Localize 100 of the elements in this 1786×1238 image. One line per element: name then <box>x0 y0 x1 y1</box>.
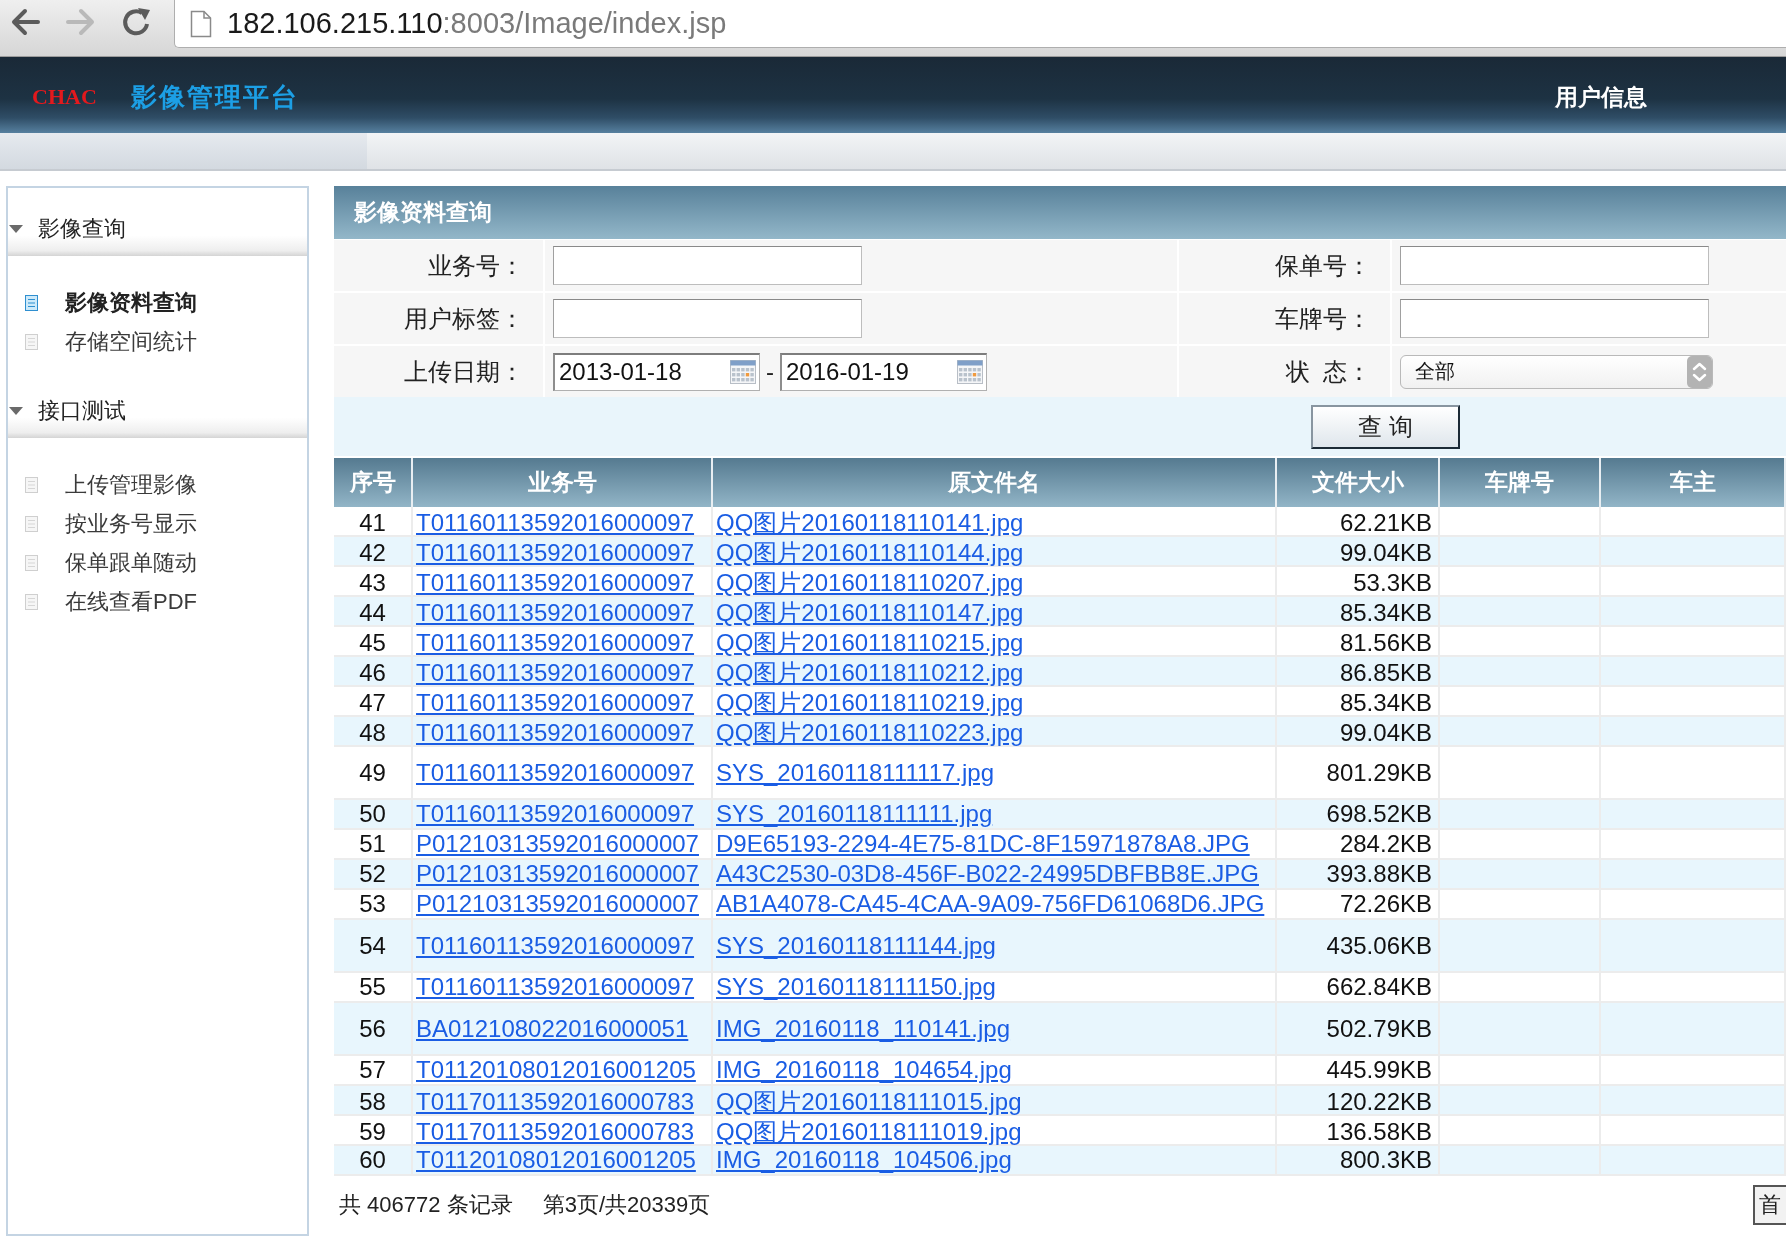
business-number-link[interactable]: T01120108012016001205 <box>416 1146 696 1174</box>
file-name-link[interactable]: QQ图片20160118111015.jpg <box>716 1086 1022 1118</box>
business-number-link[interactable]: BA012108022016000051 <box>416 1014 689 1043</box>
file-name-link[interactable]: QQ图片20160118110141.jpg <box>716 507 1024 539</box>
row-number: 56 <box>359 1014 386 1043</box>
row-number: 57 <box>359 1056 386 1084</box>
text-input[interactable] <box>553 246 862 285</box>
file-name-link[interactable]: IMG_20160118_104506.jpg <box>716 1146 1012 1174</box>
file-size: 502.79KB <box>1326 1014 1432 1043</box>
address-field[interactable]: 182.106.215.110:8003/Image/index.jsp <box>174 0 1786 48</box>
row-number: 60 <box>359 1146 386 1174</box>
chevron-updown-icon <box>1687 355 1712 388</box>
sidebar-item[interactable]: 上传管理影像 <box>8 465 307 504</box>
business-number-link[interactable]: T01160113592016000097 <box>416 509 695 537</box>
business-number-link[interactable]: T01170113592016000783 <box>416 1118 695 1146</box>
file-size: 120.22KB <box>1326 1088 1432 1116</box>
row-number: 48 <box>359 719 386 747</box>
file-size: 72.26KB <box>1339 890 1432 918</box>
document-icon <box>190 9 212 38</box>
document-icon <box>25 554 38 571</box>
business-number-link[interactable]: T01160113592016000097 <box>416 719 695 747</box>
document-icon <box>25 294 38 311</box>
column-header: 序号 <box>334 458 413 507</box>
field-label: 状 态： <box>1285 356 1371 387</box>
row-number: 43 <box>359 569 386 597</box>
row-number: 53 <box>359 890 386 918</box>
page-button[interactable]: 首 <box>1753 1185 1786 1225</box>
panel-header: 影像资料查询 <box>334 186 1786 239</box>
sidebar-item[interactable]: 存储空间统计 <box>8 322 307 361</box>
file-name-link[interactable]: SYS_20160118111117.jpg <box>716 758 995 787</box>
business-number-link[interactable]: P01210313592016000007 <box>416 830 699 858</box>
sidebar-item[interactable]: 按业务号显示 <box>8 504 307 543</box>
file-size: 800.3KB <box>1339 1146 1432 1174</box>
business-number-link[interactable]: T01160113592016000097 <box>416 800 695 828</box>
file-name-link[interactable]: QQ图片20160118110215.jpg <box>716 627 1024 659</box>
file-name-link[interactable]: QQ图片20160118110219.jpg <box>716 687 1024 719</box>
file-size: 99.04KB <box>1339 719 1432 747</box>
calendar-icon[interactable] <box>957 360 983 384</box>
file-name-link[interactable]: QQ图片20160118110212.jpg <box>716 657 1024 689</box>
reload-icon[interactable] <box>121 7 153 37</box>
text-input[interactable] <box>553 299 862 338</box>
row-number: 49 <box>359 758 386 787</box>
file-name-link[interactable]: IMG_20160118_104654.jpg <box>716 1056 1012 1084</box>
calendar-icon[interactable] <box>730 360 756 384</box>
record-count: 共 406772 条记录 <box>339 1191 513 1219</box>
file-name-link[interactable]: QQ图片20160118111019.jpg <box>716 1116 1022 1148</box>
file-size: 393.88KB <box>1326 860 1432 888</box>
sidebar-item[interactable]: 保单跟单随动 <box>8 543 307 582</box>
file-size: 445.99KB <box>1326 1056 1432 1084</box>
business-number-link[interactable]: T01160113592016000097 <box>416 539 695 567</box>
row-number: 46 <box>359 659 386 687</box>
file-name-link[interactable]: QQ图片20160118110223.jpg <box>716 717 1024 749</box>
business-number-link[interactable]: T01160113592016000097 <box>416 758 695 787</box>
row-number: 58 <box>359 1088 386 1116</box>
file-name-link[interactable]: A43C2530-03D8-456F-B022-24995DBFBB8E.JPG <box>716 860 1259 888</box>
file-size: 136.58KB <box>1326 1118 1432 1146</box>
date-field[interactable]: 2016-01-19 <box>780 352 987 391</box>
file-size: 81.56KB <box>1339 629 1432 657</box>
field-label: 车牌号： <box>1275 303 1371 334</box>
file-name-link[interactable]: IMG_20160118_110141.jpg <box>716 1014 1011 1043</box>
business-number-link[interactable]: T01160113592016000097 <box>416 689 695 717</box>
row-number: 47 <box>359 689 386 717</box>
business-number-link[interactable]: T01120108012016001205 <box>416 1056 696 1084</box>
column-header: 文件大小 <box>1277 458 1440 507</box>
text-input[interactable] <box>1400 299 1709 338</box>
back-icon[interactable] <box>9 7 41 37</box>
row-number: 51 <box>359 830 386 858</box>
search-button[interactable]: 查 询 <box>1311 404 1460 449</box>
file-name-link[interactable]: QQ图片20160118110207.jpg <box>716 567 1024 599</box>
file-size: 85.34KB <box>1339 689 1432 717</box>
date-separator: - <box>766 357 774 386</box>
date-field[interactable]: 2013-01-18 <box>553 352 760 391</box>
file-name-link[interactable]: AB1A4078-CA45-4CAA-9A09-756FD61068D6.JPG <box>716 890 1265 918</box>
business-number-link[interactable]: P01210313592016000007 <box>416 860 699 888</box>
business-number-link[interactable]: T01160113592016000097 <box>416 629 695 657</box>
business-number-link[interactable]: T01160113592016000097 <box>416 931 695 960</box>
file-size: 85.34KB <box>1339 599 1432 627</box>
file-name-link[interactable]: QQ图片20160118110144.jpg <box>716 537 1024 569</box>
business-number-link[interactable]: T01160113592016000097 <box>416 973 695 1001</box>
file-size: 99.04KB <box>1339 539 1432 567</box>
business-number-link[interactable]: T01160113592016000097 <box>416 569 695 597</box>
business-number-link[interactable]: T01160113592016000097 <box>416 599 695 627</box>
user-info-link[interactable]: 用户信息 <box>1555 81 1647 113</box>
business-number-link[interactable]: P01210313592016000007 <box>416 890 699 918</box>
file-name-link[interactable]: QQ图片20160118110147.jpg <box>716 597 1024 629</box>
row-number: 50 <box>359 800 386 828</box>
file-name-link[interactable]: D9E65193-2294-4E75-81DC-8F15971878A8.JPG <box>716 830 1250 858</box>
text-input[interactable] <box>1400 246 1709 285</box>
file-name-link[interactable]: SYS_20160118111150.jpg <box>716 973 996 1001</box>
file-name-link[interactable]: SYS_20160118111111.jpg <box>716 800 993 828</box>
file-name-link[interactable]: SYS_20160118111144.jpg <box>716 931 996 960</box>
business-number-link[interactable]: T01160113592016000097 <box>416 659 695 687</box>
sidebar-item[interactable]: 在线查看PDF <box>8 582 307 621</box>
sidebar-item[interactable]: 影像资料查询 <box>8 283 307 322</box>
document-icon <box>25 333 38 350</box>
field-label: 上传日期： <box>404 356 524 387</box>
business-number-link[interactable]: T01170113592016000783 <box>416 1088 695 1116</box>
file-size: 53.3KB <box>1353 569 1432 597</box>
file-size: 801.29KB <box>1326 758 1432 787</box>
status-select[interactable]: 全部 <box>1400 354 1713 389</box>
